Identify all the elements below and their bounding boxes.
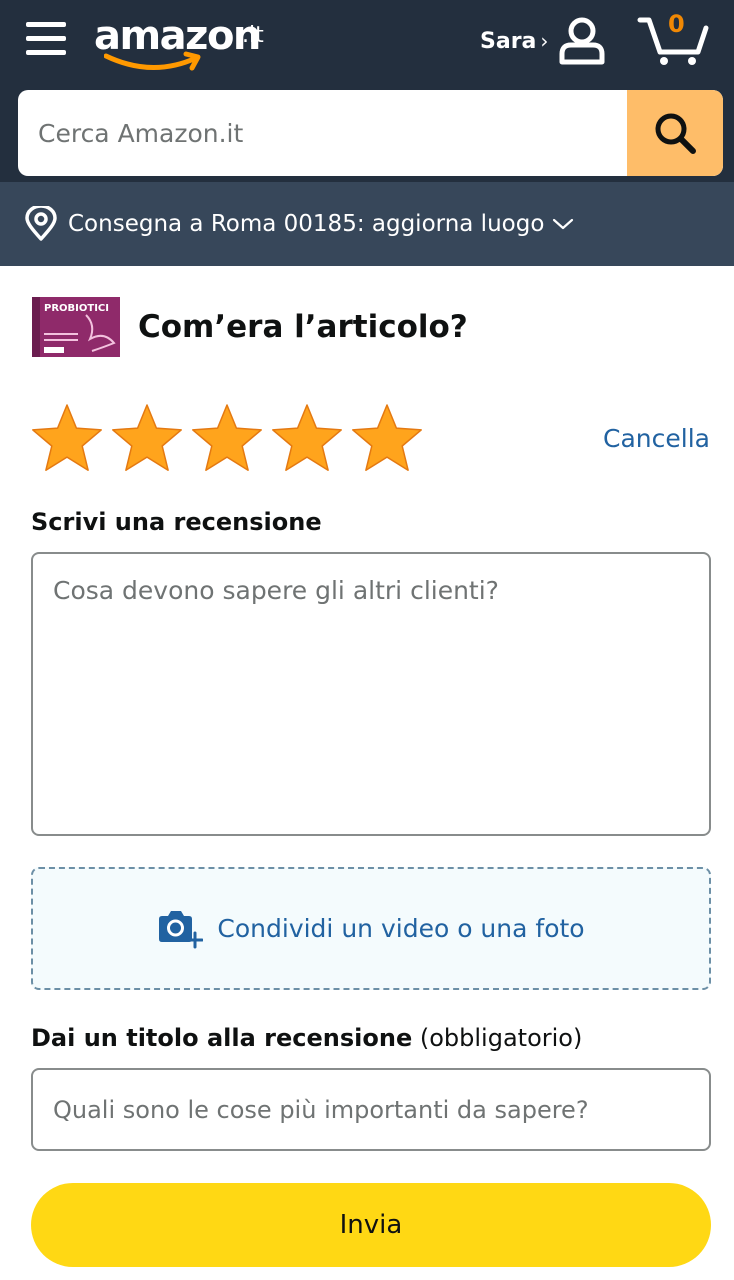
cart-button[interactable]: 0: [636, 8, 710, 70]
top-navigation-bar: amazon .it Sara › 0: [0, 0, 734, 182]
submit-button[interactable]: Invia: [31, 1183, 711, 1267]
cancel-rating-link[interactable]: Cancella: [603, 424, 710, 453]
menu-icon[interactable]: [26, 20, 66, 58]
account-link[interactable]: Sara ›: [480, 14, 606, 68]
star-icon[interactable]: [350, 402, 424, 476]
menu-line: [26, 36, 66, 41]
amazon-logo[interactable]: amazon .it: [92, 8, 282, 76]
menu-line: [26, 50, 66, 55]
star-icon[interactable]: [270, 402, 344, 476]
menu-line: [26, 22, 66, 27]
location-pin-icon: [25, 206, 57, 241]
logo-tld: .it: [242, 23, 264, 48]
title-label: Dai un titolo alla recensione (obbligato…: [31, 1024, 582, 1052]
smile-arrow-icon: [104, 51, 201, 71]
search-input[interactable]: [18, 90, 626, 176]
review-textarea[interactable]: [31, 552, 711, 836]
star-icon[interactable]: [30, 402, 104, 476]
star-icon[interactable]: [190, 402, 264, 476]
search-bar: [18, 90, 723, 176]
title-label-main: Dai un titolo alla recensione: [31, 1024, 413, 1052]
star-icon[interactable]: [110, 402, 184, 476]
star-rating: [30, 402, 430, 476]
review-label: Scrivi una recensione: [31, 508, 322, 536]
search-icon: [655, 113, 696, 154]
user-icon: [559, 17, 605, 65]
user-name: Sara: [480, 28, 537, 54]
chevron-down-icon: [553, 218, 574, 230]
product-header: PROBIOTICI Com’era l’articolo?: [30, 294, 710, 360]
delivery-text: Consegna a Roma 00185: aggiorna luogo: [68, 211, 545, 237]
search-button[interactable]: [627, 90, 723, 176]
product-image-text: PROBIOTICI: [44, 303, 109, 314]
review-title-input[interactable]: [31, 1068, 711, 1151]
cart-count: 0: [668, 10, 685, 38]
product-thumbnail[interactable]: PROBIOTICI: [30, 295, 122, 359]
title-label-required: (obbligatorio): [412, 1024, 583, 1052]
media-upload-label: Condividi un video o una foto: [217, 914, 585, 943]
user-chevron: ›: [540, 29, 549, 53]
delivery-location-bar[interactable]: Consegna a Roma 00185: aggiorna luogo: [0, 182, 734, 266]
media-upload-button[interactable]: Condividi un video o una foto: [31, 867, 711, 990]
rating-question: Com’era l’articolo?: [138, 309, 468, 345]
camera-plus-icon: [159, 910, 204, 948]
